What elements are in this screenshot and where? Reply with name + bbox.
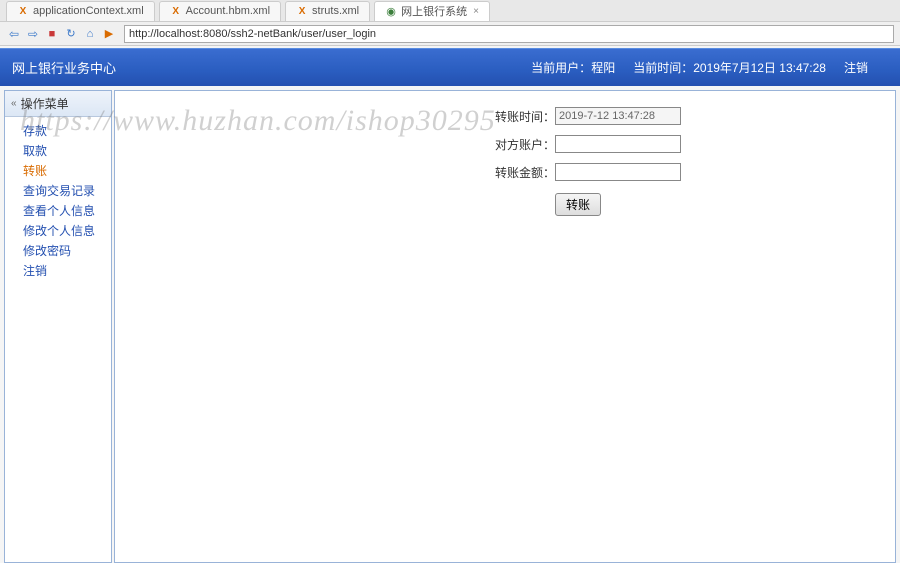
xml-icon: X	[296, 5, 308, 17]
back-button[interactable]: ⇦	[6, 26, 22, 42]
header-info: 当前用户：程阳 当前时间：2019年7月12日 13:47:28 注销	[531, 59, 868, 76]
current-time: 当前时间：2019年7月12日 13:47:28	[633, 59, 826, 76]
app-title: 网上银行业务中心	[12, 58, 116, 77]
forward-button[interactable]: ⇨	[25, 26, 41, 42]
xml-icon: X	[17, 5, 29, 17]
sidebar-item-transfer[interactable]: 转账	[5, 161, 111, 181]
home-button[interactable]: ⌂	[82, 26, 98, 42]
transfer-amount-input[interactable]	[555, 163, 681, 181]
browser-toolbar: ⇦ ⇨ ■ ↻ ⌂ ▶	[0, 22, 900, 46]
target-account-input[interactable]	[555, 135, 681, 153]
sidebar-item-deposit[interactable]: 存款	[5, 121, 111, 141]
sidebar: « 操作菜单 存款 取款 转账 查询交易记录 查看个人信息 修改个人信息 修改密…	[4, 90, 112, 563]
stop-button[interactable]: ■	[44, 26, 60, 42]
tab-label: applicationContext.xml	[33, 5, 144, 17]
tab-bar: X applicationContext.xml X Account.hbm.x…	[0, 0, 900, 22]
tab-bank-system[interactable]: ◉ 网上银行系统 ×	[374, 1, 490, 21]
app-header: 网上银行业务中心 当前用户：程阳 当前时间：2019年7月12日 13:47:2…	[0, 48, 900, 86]
main-area: « 操作菜单 存款 取款 转账 查询交易记录 查看个人信息 修改个人信息 修改密…	[0, 86, 900, 563]
url-input[interactable]	[124, 25, 894, 43]
transfer-time-label: 转账时间：	[495, 108, 555, 125]
sidebar-title: 操作菜单	[21, 95, 69, 112]
sidebar-header[interactable]: « 操作菜单	[5, 91, 111, 117]
sidebar-item-query[interactable]: 查询交易记录	[5, 181, 111, 201]
go-button[interactable]: ▶	[101, 26, 117, 42]
tab-account-hbm[interactable]: X Account.hbm.xml	[159, 1, 281, 21]
collapse-icon: «	[11, 98, 17, 109]
xml-icon: X	[170, 5, 182, 17]
tab-label: Account.hbm.xml	[186, 5, 270, 17]
tab-struts[interactable]: X struts.xml	[285, 1, 370, 21]
transfer-amount-label: 转账金额：	[495, 164, 555, 181]
tab-application-context[interactable]: X applicationContext.xml	[6, 1, 155, 21]
sidebar-item-logout[interactable]: 注销	[5, 261, 111, 281]
transfer-button[interactable]: 转账	[555, 193, 601, 216]
tab-label: 网上银行系统	[401, 3, 467, 19]
close-icon[interactable]: ×	[473, 6, 479, 17]
sidebar-item-view-profile[interactable]: 查看个人信息	[5, 201, 111, 221]
sidebar-items: 存款 取款 转账 查询交易记录 查看个人信息 修改个人信息 修改密码 注销	[5, 117, 111, 285]
sidebar-item-withdraw[interactable]: 取款	[5, 141, 111, 161]
logout-link[interactable]: 注销	[844, 59, 868, 76]
tab-label: struts.xml	[312, 5, 359, 17]
sidebar-item-change-password[interactable]: 修改密码	[5, 241, 111, 261]
refresh-button[interactable]: ↻	[63, 26, 79, 42]
transfer-time-input	[555, 107, 681, 125]
target-account-label: 对方账户：	[495, 136, 555, 153]
current-user: 当前用户：程阳	[531, 59, 615, 76]
sidebar-item-edit-profile[interactable]: 修改个人信息	[5, 221, 111, 241]
content-area: 转账时间： 对方账户： 转账金额： 转账	[114, 90, 896, 563]
transfer-form: 转账时间： 对方账户： 转账金额： 转账	[495, 105, 875, 216]
globe-icon: ◉	[385, 5, 397, 17]
